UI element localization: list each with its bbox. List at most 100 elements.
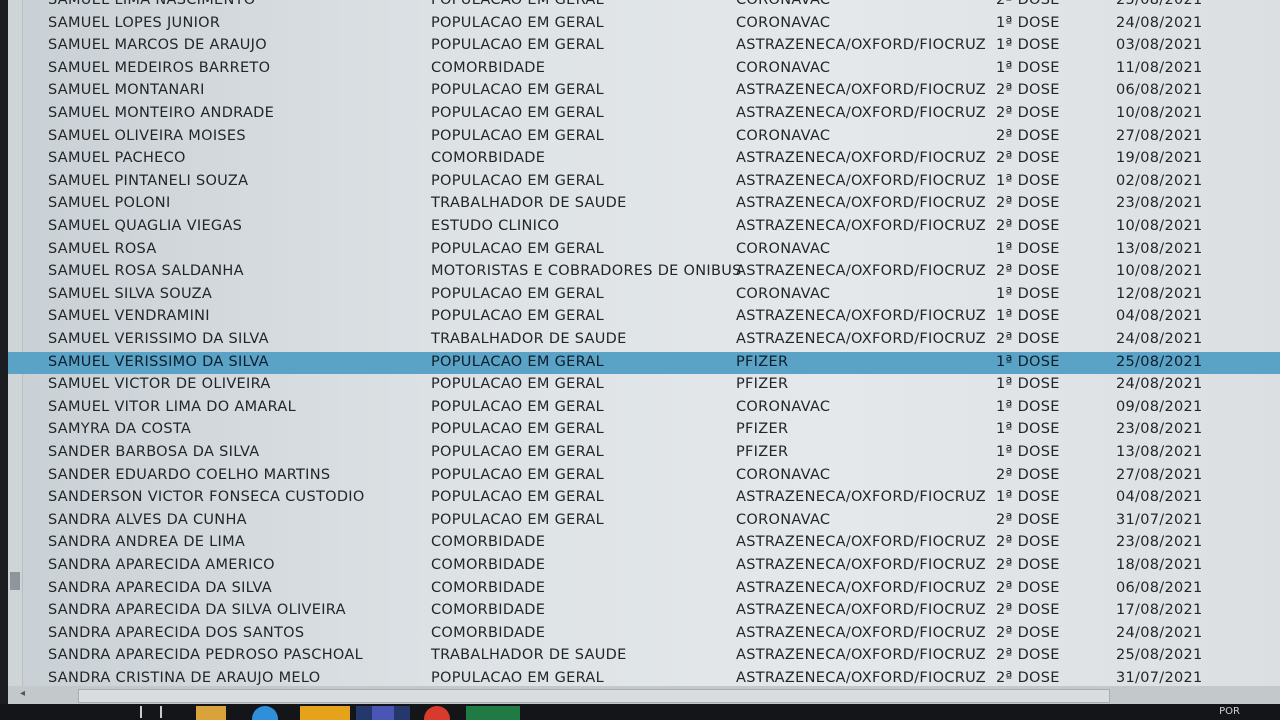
- date-cell[interactable]: 10/08/2021: [1116, 263, 1203, 279]
- group-cell[interactable]: POPULACAO EM GERAL: [431, 399, 604, 415]
- dose-cell[interactable]: 1ª DOSE: [996, 37, 1060, 53]
- dose-cell[interactable]: 2ª DOSE: [996, 670, 1060, 686]
- name-cell[interactable]: SANDRA APARECIDA DOS SANTOS: [48, 625, 304, 641]
- group-cell[interactable]: POPULACAO EM GERAL: [431, 128, 604, 144]
- vaccine-cell[interactable]: ASTRAZENECA/OXFORD/FIOCRUZ: [736, 647, 986, 663]
- date-cell[interactable]: 04/08/2021: [1116, 308, 1203, 324]
- name-cell[interactable]: SANDRA CRISTINA DE ARAUJO MELO: [48, 670, 320, 686]
- name-cell[interactable]: SANDER EDUARDO COELHO MARTINS: [48, 467, 330, 483]
- date-cell[interactable]: 25/08/2021: [1116, 0, 1203, 8]
- group-cell[interactable]: COMORBIDADE: [431, 534, 545, 550]
- vaccine-cell[interactable]: ASTRAZENECA/OXFORD/FIOCRUZ: [736, 331, 986, 347]
- table-row[interactable]: SAMUEL QUAGLIA VIEGAS ESTUDO CLINICO ASTRA…: [8, 216, 1280, 238]
- table-row[interactable]: SAMUEL SILVA SOUZA POPULACAO EM GERAL CORO…: [8, 284, 1280, 306]
- group-cell[interactable]: POPULACAO EM GERAL: [431, 376, 604, 392]
- dose-cell[interactable]: 1ª DOSE: [996, 241, 1060, 257]
- table-row[interactable]: SANDRA CRISTINA DE ARAUJO MELO POPULACAO …: [8, 668, 1280, 686]
- vaccine-cell[interactable]: ASTRAZENECA/OXFORD/FIOCRUZ: [736, 557, 986, 573]
- group-cell[interactable]: TRABALHADOR DE SAUDE: [431, 647, 627, 663]
- task-view-icon[interactable]: [140, 706, 162, 718]
- start-icon[interactable]: [8, 706, 24, 720]
- group-cell[interactable]: POPULACAO EM GERAL: [431, 241, 604, 257]
- vaccine-cell[interactable]: PFIZER: [736, 354, 788, 370]
- dose-cell[interactable]: 2ª DOSE: [996, 82, 1060, 98]
- table-row[interactable]: SANDRA ALVES DA CUNHA POPULACAO EM GERAL C…: [8, 510, 1280, 532]
- group-cell[interactable]: POPULACAO EM GERAL: [431, 308, 604, 324]
- name-cell[interactable]: SAMUEL LOPES JUNIOR: [48, 15, 220, 31]
- table-row[interactable]: SAMUEL VENDRAMINI POPULACAO EM GERAL ASTRA…: [8, 306, 1280, 328]
- dose-cell[interactable]: 2ª DOSE: [996, 105, 1060, 121]
- date-cell[interactable]: 23/08/2021: [1116, 534, 1203, 550]
- table-row[interactable]: SAMUEL POLONI TRABALHADOR DE SAUDE ASTRAZE…: [8, 193, 1280, 215]
- name-cell[interactable]: SAMUEL MONTEIRO ANDRADE: [48, 105, 274, 121]
- dose-cell[interactable]: 1ª DOSE: [996, 444, 1060, 460]
- vaccine-cell[interactable]: ASTRAZENECA/OXFORD/FIOCRUZ: [736, 82, 986, 98]
- group-cell[interactable]: POPULACAO EM GERAL: [431, 670, 604, 686]
- date-cell[interactable]: 24/08/2021: [1116, 625, 1203, 641]
- vaccine-cell[interactable]: ASTRAZENECA/OXFORD/FIOCRUZ: [736, 580, 986, 596]
- name-cell[interactable]: SAMUEL MARCOS DE ARAUJO: [48, 37, 267, 53]
- name-cell[interactable]: SAMUEL MEDEIROS BARRETO: [48, 60, 270, 76]
- name-cell[interactable]: SAMUEL VERISSIMO DA SILVA: [48, 331, 269, 347]
- vaccine-cell[interactable]: ASTRAZENECA/OXFORD/FIOCRUZ: [736, 625, 986, 641]
- table-row[interactable]: SANDRA APARECIDA DA SILVA COMORBIDADE ASTR…: [8, 578, 1280, 600]
- group-cell[interactable]: POPULACAO EM GERAL: [431, 15, 604, 31]
- dose-cell[interactable]: 1ª DOSE: [996, 421, 1060, 437]
- table-row[interactable]: SAMUEL LOPES JUNIOR POPULACAO EM GERAL COR…: [8, 13, 1280, 35]
- date-cell[interactable]: 04/08/2021: [1116, 489, 1203, 505]
- name-cell[interactable]: SAMUEL PINTANELI SOUZA: [48, 173, 248, 189]
- group-cell[interactable]: MOTORISTAS E COBRADORES DE ONIBUS: [431, 263, 742, 279]
- group-cell[interactable]: POPULACAO EM GERAL: [431, 489, 604, 505]
- dose-cell[interactable]: 1ª DOSE: [996, 15, 1060, 31]
- table-row[interactable]: SANDRA ANDREA DE LIMA COMORBIDADE ASTRAZEN…: [8, 532, 1280, 554]
- dose-cell[interactable]: 2ª DOSE: [996, 467, 1060, 483]
- date-cell[interactable]: 10/08/2021: [1116, 105, 1203, 121]
- dose-cell[interactable]: 1ª DOSE: [996, 376, 1060, 392]
- name-cell[interactable]: SAMUEL OLIVEIRA MOISES: [48, 128, 246, 144]
- table-row[interactable]: SAMUEL MONTEIRO ANDRADE POPULACAO EM GERA…: [8, 103, 1280, 125]
- dose-cell[interactable]: 1ª DOSE: [996, 489, 1060, 505]
- vaccine-cell[interactable]: PFIZER: [736, 444, 788, 460]
- group-cell[interactable]: POPULACAO EM GERAL: [431, 354, 604, 370]
- date-cell[interactable]: 23/08/2021: [1116, 421, 1203, 437]
- name-cell[interactable]: SANDRA ANDREA DE LIMA: [48, 534, 245, 550]
- date-cell[interactable]: 27/08/2021: [1116, 467, 1203, 483]
- group-cell[interactable]: TRABALHADOR DE SAUDE: [431, 195, 627, 211]
- name-cell[interactable]: SANDRA APARECIDA AMERICO: [48, 557, 275, 573]
- file-explorer-icon[interactable]: [196, 706, 226, 720]
- dose-cell[interactable]: 2ª DOSE: [996, 0, 1060, 8]
- date-cell[interactable]: 18/08/2021: [1116, 557, 1203, 573]
- group-cell[interactable]: POPULACAO EM GERAL: [431, 173, 604, 189]
- table-row[interactable]: SAMUEL MARCOS DE ARAUJO POPULACAO EM GERA…: [8, 35, 1280, 57]
- vaccine-cell[interactable]: ASTRAZENECA/OXFORD/FIOCRUZ: [736, 670, 986, 686]
- dose-cell[interactable]: 2ª DOSE: [996, 534, 1060, 550]
- date-cell[interactable]: 09/08/2021: [1116, 399, 1203, 415]
- table-row[interactable]: SAMUEL OLIVEIRA MOISES POPULACAO EM GERAL…: [8, 126, 1280, 148]
- table-row[interactable]: SANDRA APARECIDA PEDROSO PASCHOAL TRABALH…: [8, 645, 1280, 667]
- table-row[interactable]: SANDER BARBOSA DA SILVA POPULACAO EM GERA…: [8, 442, 1280, 464]
- name-cell[interactable]: SAMUEL PACHECO: [48, 150, 186, 166]
- chrome-icon[interactable]: [424, 706, 450, 720]
- name-cell[interactable]: SANDRA ALVES DA CUNHA: [48, 512, 247, 528]
- date-cell[interactable]: 24/08/2021: [1116, 331, 1203, 347]
- table-row[interactable]: SAMUEL VITOR LIMA DO AMARAL POPULACAO EM …: [8, 397, 1280, 419]
- vaccine-cell[interactable]: CORONAVAC: [736, 399, 830, 415]
- table-row[interactable]: SAMUEL ROSA SALDANHA MOTORISTAS E COBRADO…: [8, 261, 1280, 283]
- dose-cell[interactable]: 1ª DOSE: [996, 286, 1060, 302]
- name-cell[interactable]: SANDRA APARECIDA PEDROSO PASCHOAL: [48, 647, 363, 663]
- name-cell[interactable]: SAMUEL ROSA: [48, 241, 157, 257]
- group-cell[interactable]: POPULACAO EM GERAL: [431, 37, 604, 53]
- group-cell[interactable]: COMORBIDADE: [431, 580, 545, 596]
- name-cell[interactable]: SAMUEL POLONI: [48, 195, 171, 211]
- table-row-selected[interactable]: SAMUEL VERISSIMO DA SILVA POPULACAO EM GE…: [8, 351, 1280, 374]
- date-cell[interactable]: 17/08/2021: [1116, 602, 1203, 618]
- table-row[interactable]: SAMYRA DA COSTA POPULACAO EM GERAL PFIZER 1…: [8, 419, 1280, 441]
- table-row[interactable]: SAMUEL LIMA NASCIMENTO POPULACAO EM GERAL…: [8, 0, 1280, 12]
- vaccine-cell[interactable]: ASTRAZENECA/OXFORD/FIOCRUZ: [736, 489, 986, 505]
- name-cell[interactable]: SANDRA APARECIDA DA SILVA: [48, 580, 272, 596]
- group-cell[interactable]: POPULACAO EM GERAL: [431, 286, 604, 302]
- folder-icon[interactable]: [300, 706, 350, 720]
- vaccine-cell[interactable]: CORONAVAC: [736, 286, 830, 302]
- excel-icon[interactable]: [466, 706, 520, 720]
- vaccine-cell[interactable]: PFIZER: [736, 376, 788, 392]
